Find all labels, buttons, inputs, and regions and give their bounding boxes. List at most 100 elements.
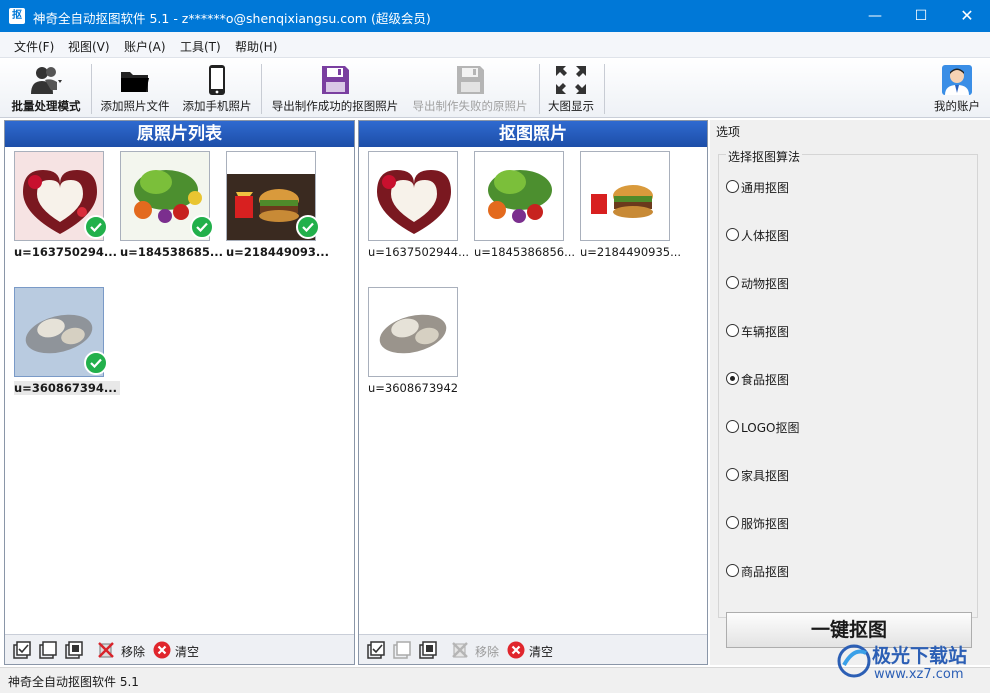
watermark-logo-icon [837, 644, 871, 678]
watermark-url: www.xz7.com [874, 667, 964, 682]
menu-tools[interactable]: 工具(T) [180, 38, 221, 55]
radio-dot[interactable] [726, 276, 739, 289]
select-none-icon[interactable] [393, 641, 411, 659]
close-button[interactable]: ✕ [944, 0, 990, 32]
select-none-icon[interactable] [39, 641, 57, 659]
add-file-button[interactable]: 添加照片文件 [96, 60, 174, 116]
batch-mode-label: 批量处理模式 [11, 99, 81, 113]
fullscreen-label: 大图显示 [548, 99, 594, 113]
original-photos-title: 原照片列表 [5, 121, 354, 147]
folder-icon [121, 72, 149, 92]
add-file-label: 添加照片文件 [100, 99, 170, 113]
toolbar-separator [261, 64, 262, 114]
algorithm-group-label: 选择抠图算法 [726, 148, 803, 165]
toolbar-separator [539, 64, 540, 114]
radio-label: 车辆抠图 [741, 325, 790, 339]
radio-label: 商品抠图 [741, 565, 790, 579]
menu-account[interactable]: 账户(A) [124, 38, 166, 55]
add-phone-button[interactable]: 添加手机照片 [178, 60, 256, 116]
done-check-icon [190, 215, 214, 239]
window-title: 神奇全自动抠图软件 5.1 - z******o@shenqixiangsu.c… [33, 11, 431, 26]
cutout-photos-title: 抠图照片 [359, 121, 707, 147]
users-icon [31, 67, 62, 94]
options-panel: 选项 选择抠图算法 通用抠图 人体抠图 动物抠图 车辆抠图 食品抠图 LOGO抠… [710, 120, 990, 665]
radio-label: 人体抠图 [741, 229, 790, 243]
phone-icon [209, 65, 225, 95]
cutout-photos-footer: 移除 清空 [359, 634, 707, 664]
remove-label[interactable]: 移除 [121, 643, 145, 660]
batch-mode-button[interactable]: 批量处理模式 [6, 60, 86, 116]
original-photos-panel: 原照片列表 u=163750294... u=184538685... u=21… [4, 120, 355, 665]
radio-dot[interactable] [726, 420, 739, 433]
radio-dot[interactable] [726, 468, 739, 481]
fullscreen-button[interactable]: 大图显示 [542, 60, 600, 116]
cutout-caption: u=2184490935... [580, 245, 682, 259]
options-title: 选项 [716, 125, 741, 139]
toolbar-separator [604, 64, 605, 114]
menu-help[interactable]: 帮助(H) [235, 38, 277, 55]
cutout-thumbnail [474, 151, 564, 241]
photo-caption: u=163750294... [14, 245, 117, 259]
invert-selection-icon[interactable] [65, 641, 83, 659]
menu-bar: 文件(F) 视图(V) 账户(A) 工具(T) 帮助(H) [0, 32, 990, 58]
radio-dot[interactable] [726, 324, 739, 337]
menu-view[interactable]: 视图(V) [68, 38, 110, 55]
done-check-icon [296, 215, 320, 239]
radio-dot[interactable] [726, 516, 739, 529]
app-icon: 抠 [9, 8, 25, 24]
cutout-photos-list: u=1637502944... u=1845386856... u=218449… [359, 147, 707, 634]
watermark-text: 极光下载站 [872, 645, 968, 667]
toolbar-separator [91, 64, 92, 114]
add-phone-label: 添加手机照片 [182, 99, 252, 113]
radio-label: 家具抠图 [741, 469, 790, 483]
cutout-caption: u=1637502944... [368, 245, 470, 259]
export-failed-label: 导出制作失败的原照片 [412, 99, 528, 113]
photo-caption: u=218449093... [226, 245, 329, 259]
minimize-button[interactable]: — [852, 0, 898, 32]
clear-label[interactable]: 清空 [529, 643, 553, 660]
radio-dot[interactable] [726, 564, 739, 577]
cutout-thumbnail [580, 151, 670, 241]
radio-label: 服饰抠图 [741, 517, 790, 531]
cutout-caption: u=1845386856... [474, 245, 576, 259]
original-photos-list: u=163750294... u=184538685... u=21844909… [5, 147, 354, 634]
cutout-thumbnail [368, 287, 458, 377]
cutout-caption: u=3608673942,3716387051&fm=26&gp=0.jpg [368, 381, 458, 395]
invert-selection-icon[interactable] [419, 641, 437, 659]
radio-dot[interactable] [726, 180, 739, 193]
clear-icon[interactable] [507, 641, 525, 659]
remove-label[interactable]: 移除 [475, 643, 499, 660]
title-bar: 抠 神奇全自动抠图软件 5.1 - z******o@shenqixiangsu… [0, 0, 990, 32]
export-success-button[interactable]: 导出制作成功的抠图照片 [266, 60, 404, 116]
radio-dot[interactable] [726, 228, 739, 241]
my-account-label: 我的账户 [934, 99, 980, 113]
menu-file[interactable]: 文件(F) [14, 38, 54, 55]
select-all-icon[interactable] [13, 641, 31, 659]
maximize-button[interactable]: ☐ [898, 0, 944, 32]
save-icon [457, 66, 484, 94]
radio-label: 通用抠图 [741, 181, 790, 195]
radio-label: 食品抠图 [741, 373, 790, 387]
clear-icon[interactable] [153, 641, 171, 659]
done-check-icon [84, 351, 108, 375]
clear-label[interactable]: 清空 [175, 643, 199, 660]
radio-label: LOGO抠图 [741, 421, 800, 435]
remove-icon[interactable] [451, 641, 469, 659]
user-avatar-icon [942, 65, 972, 95]
export-failed-button[interactable]: 导出制作失败的原照片 [406, 60, 534, 116]
site-watermark: 极光下载站 www.xz7.com [832, 641, 990, 687]
select-all-icon[interactable] [367, 641, 385, 659]
photo-caption: u=184538685... [120, 245, 223, 259]
my-account-button[interactable]: 我的账户 [928, 60, 986, 116]
done-check-icon [84, 215, 108, 239]
original-photos-footer: 移除 清空 [5, 634, 354, 664]
cutout-photos-panel: 抠图照片 u=1637502944... u=1845386856... u=2… [358, 120, 708, 665]
expand-icon [556, 66, 586, 94]
radio-label: 动物抠图 [741, 277, 790, 291]
radio-dot-selected[interactable] [726, 372, 739, 385]
export-success-label: 导出制作成功的抠图照片 [271, 99, 399, 113]
save-icon [322, 66, 349, 94]
cutout-thumbnail [368, 151, 458, 241]
toolbar: 批量处理模式 添加照片文件 添加手机照片 导出制作成功的抠图照片 导出制作失败的… [0, 58, 990, 118]
remove-icon[interactable] [97, 641, 115, 659]
